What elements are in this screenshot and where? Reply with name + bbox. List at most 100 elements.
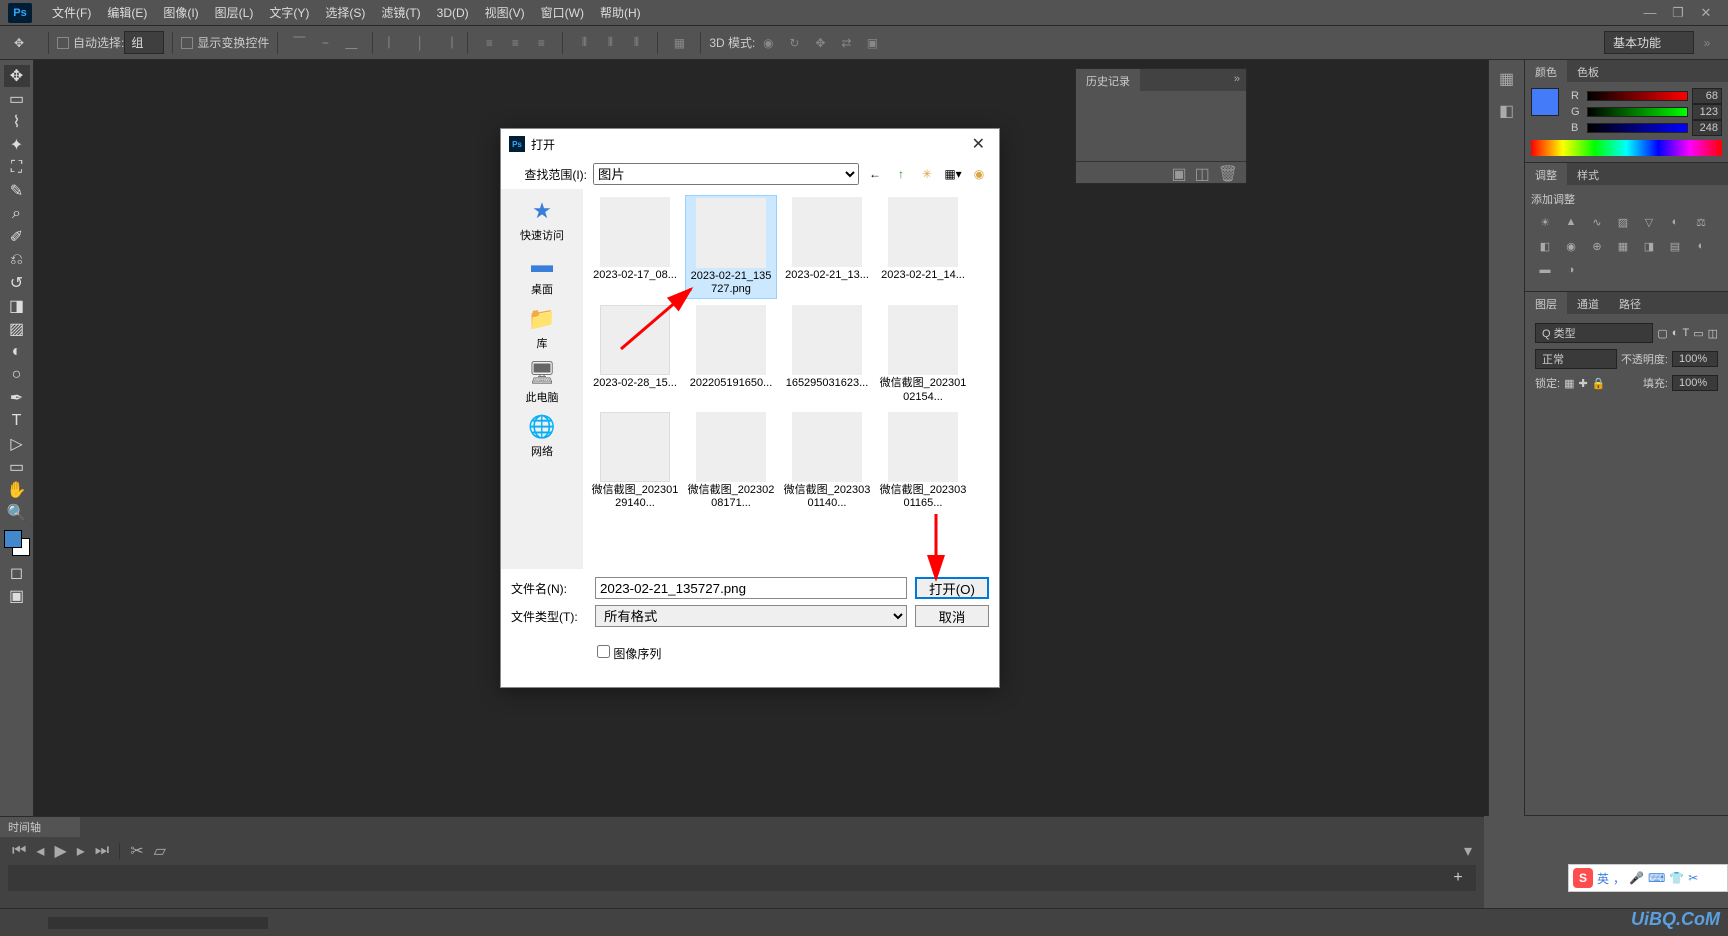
- cancel-button[interactable]: 取消: [915, 605, 989, 627]
- file-item[interactable]: 2023-02-21_135727.png: [685, 195, 777, 299]
- distribute-right-icon[interactable]: ⦀: [625, 32, 647, 54]
- history-collapse-icon[interactable]: »: [1228, 69, 1246, 91]
- menu-type[interactable]: 文字(Y): [261, 4, 317, 21]
- align-top-icon[interactable]: ⎺: [288, 32, 310, 54]
- crop-tool[interactable]: ⛶: [4, 157, 30, 179]
- lock-all-icon[interactable]: 🔒: [1592, 377, 1606, 390]
- menu-view[interactable]: 视图(V): [477, 4, 533, 21]
- brush-tool[interactable]: ✐: [4, 226, 30, 248]
- sogou-icon[interactable]: S: [1573, 868, 1593, 888]
- menu-select[interactable]: 选择(S): [317, 4, 373, 21]
- history-snapshot-icon[interactable]: ▣: [1171, 164, 1186, 181]
- menu-layer[interactable]: 图层(L): [207, 4, 262, 21]
- ime-tool-icon[interactable]: ✂: [1688, 871, 1698, 885]
- tab-adjustments[interactable]: 调整: [1525, 163, 1567, 185]
- align-left-icon[interactable]: ⎸: [383, 32, 405, 54]
- tab-paths[interactable]: 路径: [1609, 292, 1651, 314]
- back-icon[interactable]: ←: [865, 164, 885, 184]
- timeline-menu-icon[interactable]: ▾: [1464, 841, 1472, 861]
- window-minimize-icon[interactable]: —: [1636, 5, 1664, 20]
- r-slider[interactable]: [1587, 91, 1688, 101]
- align-bottom-icon[interactable]: ⎽: [340, 32, 362, 54]
- menu-file[interactable]: 文件(F): [44, 4, 99, 21]
- filter-shape-icon[interactable]: ▭: [1693, 327, 1703, 340]
- distribute-left-icon[interactable]: ⦀: [573, 32, 595, 54]
- auto-select-target[interactable]: 组: [124, 31, 164, 54]
- file-item[interactable]: 165295031623...: [781, 303, 873, 405]
- filename-input[interactable]: [595, 577, 907, 599]
- curves-icon[interactable]: ∿: [1587, 213, 1607, 231]
- slide-3d-icon[interactable]: ⇄: [835, 32, 857, 54]
- file-list[interactable]: 2023-02-17_08...2023-02-21_135727.png202…: [583, 189, 999, 569]
- b-slider[interactable]: [1587, 123, 1688, 133]
- tab-color[interactable]: 颜色: [1525, 60, 1567, 82]
- photo-filter-icon[interactable]: ◉: [1561, 237, 1581, 255]
- channel-mixer-icon[interactable]: ⊕: [1587, 237, 1607, 255]
- healing-tool[interactable]: ⌕: [4, 203, 30, 225]
- exposure-icon[interactable]: ▨: [1613, 213, 1633, 231]
- filter-adjust-icon[interactable]: ◐: [1672, 327, 1679, 339]
- spectrum-bar[interactable]: [1531, 140, 1722, 156]
- eraser-tool[interactable]: ◨: [4, 295, 30, 317]
- bridge-icon[interactable]: ◉: [969, 164, 989, 184]
- lock-pixels-icon[interactable]: ▦: [1564, 377, 1574, 390]
- dock-icon-1[interactable]: ▦: [1494, 66, 1520, 92]
- color-swatches[interactable]: [4, 530, 30, 556]
- ime-mic-icon[interactable]: 🎤: [1629, 871, 1644, 885]
- fill-value[interactable]: 100%: [1672, 375, 1718, 391]
- horizontal-scrollbar[interactable]: [48, 917, 268, 929]
- file-item[interactable]: 微信截图_20230129140...: [589, 410, 681, 512]
- lock-position-icon[interactable]: ✚: [1578, 377, 1587, 390]
- orbit-3d-icon[interactable]: ◉: [757, 32, 779, 54]
- tab-styles[interactable]: 样式: [1567, 163, 1609, 185]
- g-slider[interactable]: [1587, 107, 1688, 117]
- filter-type-icon[interactable]: T: [1682, 327, 1689, 339]
- menu-filter[interactable]: 滤镜(T): [373, 4, 428, 21]
- dialog-close-icon[interactable]: ✕: [966, 134, 991, 154]
- zoom-tool[interactable]: 🔍: [4, 502, 30, 524]
- timeline-track[interactable]: +: [8, 865, 1476, 891]
- tab-history[interactable]: 历史记录: [1076, 69, 1140, 91]
- file-item[interactable]: 微信截图_20230208171...: [685, 410, 777, 512]
- file-item[interactable]: 微信截图_20230301140...: [781, 410, 873, 512]
- filetype-select[interactable]: 所有格式: [595, 605, 907, 627]
- auto-select-checkbox[interactable]: [57, 37, 69, 49]
- timeline-play-icon[interactable]: ▶: [54, 841, 66, 861]
- opacity-value[interactable]: 100%: [1672, 351, 1718, 367]
- history-camera-icon[interactable]: ◫: [1195, 164, 1210, 181]
- window-restore-icon[interactable]: ❐: [1664, 5, 1692, 21]
- tab-timeline[interactable]: 时间轴: [0, 817, 80, 837]
- timeline-add-button[interactable]: +: [1448, 868, 1468, 888]
- g-value[interactable]: 123: [1692, 104, 1722, 120]
- color-balance-icon[interactable]: ⚖: [1691, 213, 1711, 231]
- b-value[interactable]: 248: [1692, 120, 1722, 136]
- timeline-first-icon[interactable]: ⏮: [12, 842, 26, 860]
- marquee-tool[interactable]: ▭: [4, 88, 30, 110]
- ime-lang[interactable]: 英: [1597, 870, 1609, 887]
- filter-pixel-icon[interactable]: ▢: [1657, 327, 1667, 340]
- gradient-map-icon[interactable]: ▬: [1535, 261, 1555, 279]
- file-item[interactable]: 2023-02-21_14...: [877, 195, 969, 299]
- ime-skin-icon[interactable]: 👕: [1669, 871, 1684, 885]
- move-tool-icon[interactable]: ✥: [8, 32, 30, 54]
- threshold-icon[interactable]: ◐: [1691, 237, 1711, 255]
- timeline-last-icon[interactable]: ⏭: [95, 842, 109, 860]
- menu-3d[interactable]: 3D(D): [429, 6, 477, 20]
- place-quick-access[interactable]: ★ 快速访问: [520, 197, 564, 243]
- workspace-select[interactable]: 基本功能: [1604, 31, 1694, 54]
- file-item[interactable]: 微信截图_20230102154...: [877, 303, 969, 405]
- up-icon[interactable]: ↑: [891, 164, 911, 184]
- align-hcenter-icon[interactable]: │: [409, 32, 431, 54]
- brightness-icon[interactable]: ☀: [1535, 213, 1555, 231]
- file-item[interactable]: 2023-02-28_15...: [589, 303, 681, 405]
- align-vcenter-icon[interactable]: ⎯: [314, 32, 336, 54]
- file-item[interactable]: 微信截图_20230301165...: [877, 410, 969, 512]
- dock-icon-2[interactable]: ◧: [1494, 98, 1520, 124]
- layer-kind-select[interactable]: Q 类型: [1535, 323, 1653, 343]
- lookup-icon[interactable]: ▦: [1613, 237, 1633, 255]
- clone-stamp-tool[interactable]: ⎌: [4, 249, 30, 271]
- place-network[interactable]: 🌐 网络: [526, 413, 558, 459]
- distribute-top-icon[interactable]: ≡: [478, 32, 500, 54]
- levels-icon[interactable]: ▲: [1561, 213, 1581, 231]
- type-tool[interactable]: T: [4, 410, 30, 432]
